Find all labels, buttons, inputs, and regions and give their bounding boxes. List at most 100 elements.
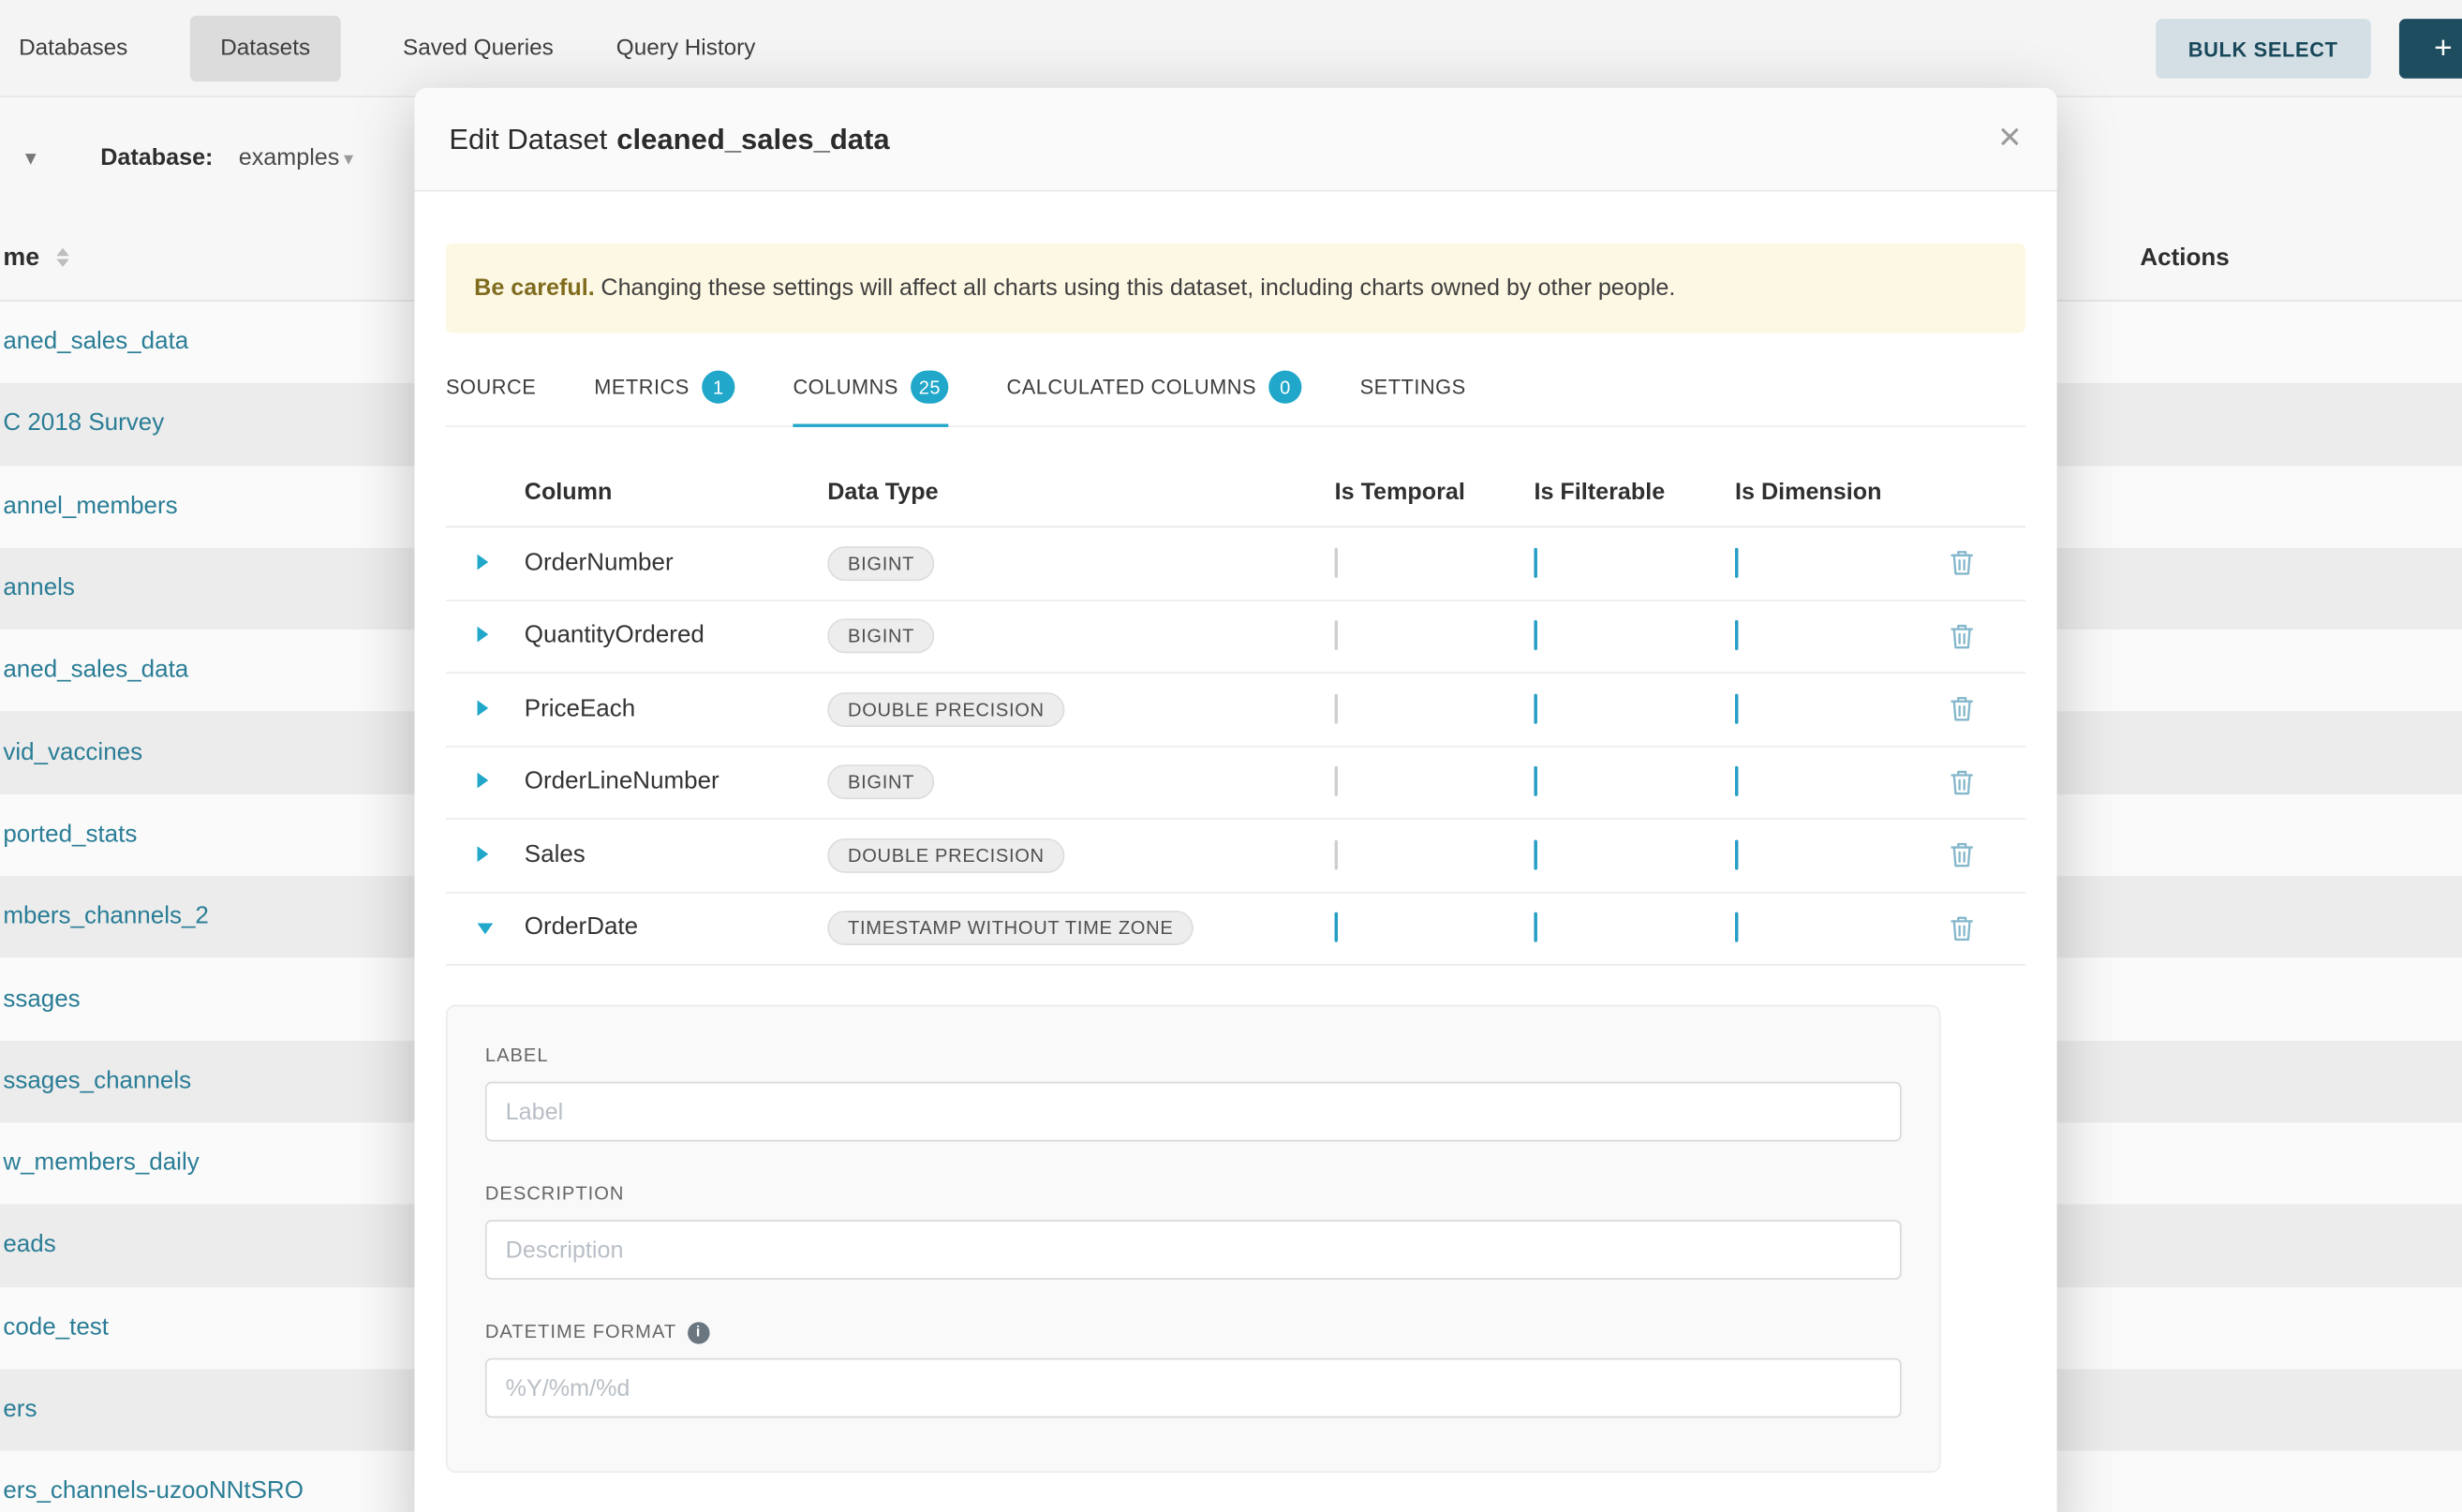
is-filterable-checkbox[interactable] <box>1534 766 1536 796</box>
dataset-link[interactable]: ssages <box>0 986 81 1014</box>
column-name: QuantityOrdered <box>525 622 827 650</box>
delete-column-button[interactable] <box>1950 842 1974 868</box>
close-icon[interactable]: ✕ <box>1997 124 2023 154</box>
modal-tab-label: METRICS <box>594 376 690 399</box>
delete-column-button[interactable] <box>1950 550 1974 576</box>
modal-header: Edit Dataset cleaned_sales_data ✕ <box>414 88 2056 192</box>
nav-tab[interactable]: Datasets <box>190 15 340 81</box>
tab-count-badge: 25 <box>911 371 948 404</box>
sort-icon[interactable] <box>56 248 68 267</box>
database-filter-value[interactable]: examples <box>239 144 340 170</box>
trash-icon <box>1950 842 1974 868</box>
column-name: OrderNumber <box>525 549 827 577</box>
dataset-link[interactable]: aned_sales_data <box>0 329 188 357</box>
dataset-link[interactable]: annel_members <box>0 493 178 521</box>
label-field-label: LABEL <box>485 1045 1902 1068</box>
description-field-label: DESCRIPTION <box>485 1182 1902 1206</box>
is-temporal-checkbox[interactable] <box>1335 912 1338 942</box>
delete-column-button[interactable] <box>1950 769 1974 795</box>
column-name: PriceEach <box>525 695 827 723</box>
is-temporal-checkbox[interactable] <box>1335 766 1338 796</box>
expand-caret-icon[interactable] <box>478 773 489 789</box>
header-data-type: Data Type <box>827 479 1334 505</box>
modal-tab[interactable]: METRICS 1 <box>594 355 734 427</box>
expand-caret-icon[interactable] <box>478 554 489 570</box>
chevron-down-icon[interactable]: ▾ <box>344 148 353 170</box>
bulk-select-button[interactable]: BULK SELECT <box>2155 19 2370 79</box>
is-temporal-checkbox[interactable] <box>1335 548 1338 578</box>
is-dimension-checkbox[interactable] <box>1735 548 1738 578</box>
dataset-link[interactable]: ported_stats <box>0 821 137 849</box>
modal-title-dataset-name: cleaned_sales_data <box>616 122 889 155</box>
is-filterable-checkbox[interactable] <box>1534 839 1536 869</box>
column-name: Sales <box>525 841 827 869</box>
is-dimension-checkbox[interactable] <box>1735 620 1738 650</box>
dataset-link[interactable]: ers_channels-uzooNNtSRO <box>0 1478 304 1506</box>
dataset-link[interactable]: annels <box>0 574 75 602</box>
modal-tab[interactable]: CALCULATED COLUMNS 0 <box>1006 355 1301 427</box>
description-input[interactable] <box>485 1220 1902 1280</box>
header-is-filterable: Is Filterable <box>1534 479 1735 505</box>
data-type-pill: DOUBLE PRECISION <box>827 838 1064 873</box>
tab-count-badge: 1 <box>702 371 734 404</box>
delete-column-button[interactable] <box>1950 623 1974 649</box>
expand-caret-icon[interactable] <box>478 846 489 862</box>
nav-tab[interactable]: Databases <box>19 36 127 61</box>
database-filter-label: Database: <box>100 144 213 170</box>
add-dataset-button[interactable]: + <box>2399 19 2462 79</box>
dataset-link[interactable]: ssages_channels <box>0 1067 191 1095</box>
expand-caret-icon[interactable] <box>478 627 489 643</box>
modal-tab-label: SETTINGS <box>1360 376 1466 399</box>
nav-tab[interactable]: Query History <box>616 36 756 61</box>
modal-tab[interactable]: SETTINGS <box>1360 355 1466 427</box>
datetime-format-field: DATETIME FORMAT i <box>485 1321 1902 1418</box>
column-row: PriceEach DOUBLE PRECISION <box>446 674 2025 747</box>
label-field: LABEL <box>485 1045 1902 1142</box>
chevron-down-icon[interactable]: ▾ <box>25 144 37 170</box>
dataset-link[interactable]: vid_vaccines <box>0 739 142 767</box>
description-field: DESCRIPTION <box>485 1182 1902 1280</box>
is-filterable-checkbox[interactable] <box>1534 620 1536 650</box>
modal-tab-label: COLUMNS <box>793 376 897 399</box>
dataset-link[interactable]: ers <box>0 1396 37 1424</box>
is-dimension-checkbox[interactable] <box>1735 912 1738 942</box>
modal-title-prefix: Edit Dataset <box>449 122 607 155</box>
header-is-dimension: Is Dimension <box>1735 479 1946 505</box>
modal-tab[interactable]: SOURCE <box>446 355 536 427</box>
is-filterable-checkbox[interactable] <box>1534 912 1536 942</box>
top-nav: Databases Datasets Saved Queries Query Hist… <box>0 0 2462 97</box>
nav-tab[interactable]: Saved Queries <box>403 36 554 61</box>
dataset-link[interactable]: w_members_daily <box>0 1149 200 1178</box>
is-temporal-checkbox[interactable] <box>1335 839 1338 869</box>
modal-body: Be careful.Changing these settings will … <box>414 244 2056 1473</box>
is-temporal-checkbox[interactable] <box>1335 693 1338 723</box>
expand-caret-icon[interactable] <box>478 924 494 935</box>
modal-tabs: SOURCE METRICS 1 COLUMNS 25 CALCULATED C… <box>446 355 2025 427</box>
warning-banner-bold: Be careful. <box>474 274 595 301</box>
is-dimension-checkbox[interactable] <box>1735 839 1738 869</box>
column-detail-panel: LABEL DESCRIPTION DATETIME FORMAT i <box>446 1005 1941 1473</box>
trash-icon <box>1950 769 1974 795</box>
dataset-link[interactable]: eads <box>0 1232 56 1260</box>
expand-caret-icon[interactable] <box>478 700 489 716</box>
dataset-link[interactable]: C 2018 Survey <box>0 410 164 438</box>
delete-column-button[interactable] <box>1950 696 1974 722</box>
is-dimension-checkbox[interactable] <box>1735 693 1738 723</box>
dataset-link[interactable]: code_test <box>0 1313 109 1342</box>
label-input[interactable] <box>485 1082 1902 1142</box>
is-filterable-checkbox[interactable] <box>1534 548 1536 578</box>
delete-column-button[interactable] <box>1950 915 1974 941</box>
trash-icon <box>1950 915 1974 941</box>
datetime-format-input[interactable] <box>485 1358 1902 1418</box>
info-icon[interactable]: i <box>688 1321 709 1342</box>
is-temporal-checkbox[interactable] <box>1335 620 1338 650</box>
dataset-link[interactable]: aned_sales_data <box>0 657 188 685</box>
dataset-link[interactable]: mbers_channels_2 <box>0 903 209 931</box>
is-filterable-checkbox[interactable] <box>1534 693 1536 723</box>
trash-icon <box>1950 696 1974 722</box>
header-is-temporal: Is Temporal <box>1335 479 1535 505</box>
column-row: OrderLineNumber BIGINT <box>446 747 2025 820</box>
is-dimension-checkbox[interactable] <box>1735 766 1738 796</box>
name-column-header[interactable]: me <box>3 245 39 273</box>
modal-tab[interactable]: COLUMNS 25 <box>793 355 948 427</box>
